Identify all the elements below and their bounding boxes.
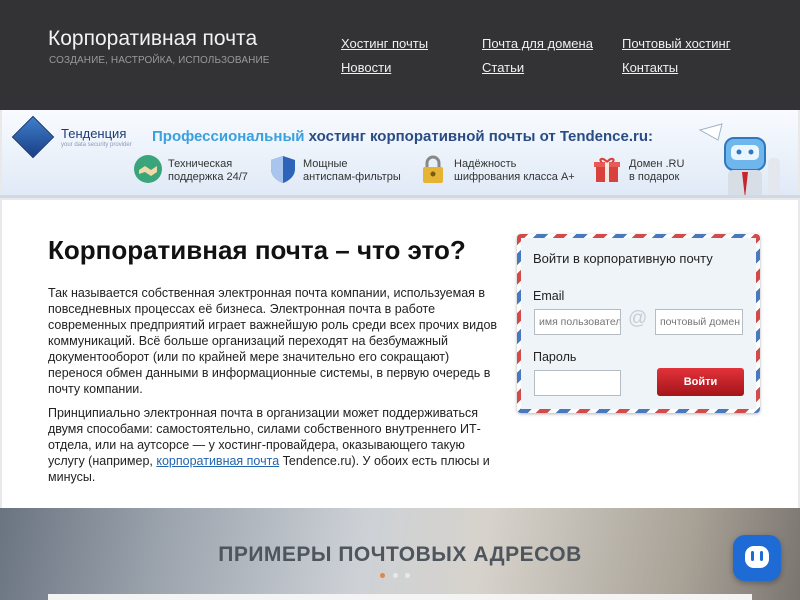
corporate-mail-link[interactable]: корпоративная почта — [156, 454, 279, 468]
email-domain-input[interactable] — [655, 309, 743, 335]
padlock-icon — [423, 155, 443, 183]
banner-logo-name: Тенденция — [61, 126, 127, 141]
robot-mascot-icon — [698, 123, 780, 198]
site-subtitle: СОЗДАНИЕ, НАСТРОЙКА, ИСПОЛЬЗОВАНИЕ — [49, 55, 270, 66]
feature-antispam-line1: Мощные — [303, 158, 348, 170]
nav-postal-hosting[interactable]: Почтовый хостинг — [622, 36, 730, 51]
nav-news[interactable]: Новости — [341, 60, 391, 75]
nav-articles[interactable]: Статьи — [482, 60, 524, 75]
methods-paragraph: Принципиально электронная почта в органи… — [48, 405, 503, 485]
feature-encryption-line1: Надёжность — [454, 158, 517, 170]
feature-domain-line2: в подарок — [629, 171, 680, 183]
gift-icon — [594, 157, 620, 182]
feature-support-line2: поддержка 24/7 — [168, 171, 248, 183]
banner-headline-highlight: Профессиональный — [152, 128, 305, 145]
shield-icon — [271, 156, 295, 183]
examples-content-strip — [48, 594, 752, 600]
page-title: Корпоративная почта – что это? — [48, 235, 466, 265]
login-button[interactable]: Войти — [657, 368, 744, 396]
email-username-input[interactable] — [534, 309, 621, 335]
password-input[interactable] — [534, 370, 621, 396]
feature-antispam: Мощные антиспам-фильтры — [303, 158, 401, 184]
feature-encryption-line2: шифрования класса A+ — [454, 171, 575, 183]
login-panel: Войти в корпоративную почту Email @ Паро… — [517, 234, 760, 413]
feature-domain-line1: Домен .RU — [629, 158, 685, 170]
feature-domain: Домен .RU в подарок — [629, 158, 684, 184]
slider-dot-3[interactable] — [405, 573, 410, 578]
nav-mail-hosting[interactable]: Хостинг почты — [341, 36, 428, 51]
intro-paragraph: Так называется собственная электронная п… — [48, 286, 498, 396]
slider-dot-2[interactable] — [393, 573, 398, 578]
login-panel-body: Войти в корпоративную почту Email @ Паро… — [521, 238, 756, 409]
banner-headline: Профессиональный хостинг корпоративной п… — [152, 128, 653, 145]
nav-domain-mail[interactable]: Почта для домена — [482, 36, 593, 51]
tendence-logo-icon — [11, 115, 55, 159]
feature-support-line1: Техническая — [168, 158, 233, 170]
banner-logo-tagline: your data security provider — [61, 142, 132, 148]
at-sign-icon: @ — [628, 308, 648, 329]
site-title[interactable]: Корпоративная почта — [48, 27, 257, 51]
chat-bubble-icon — [745, 546, 769, 568]
email-label: Email — [533, 289, 565, 303]
chat-widget-button[interactable] — [733, 535, 781, 581]
password-label: Пароль — [533, 350, 577, 364]
examples-title: ПРИМЕРЫ ПОЧТОВЫХ АДРЕСОВ — [218, 543, 582, 566]
feature-encryption: Надёжность шифрования класса A+ — [454, 158, 575, 184]
login-title: Войти в корпоративную почту — [533, 251, 713, 266]
nav-contacts[interactable]: Контакты — [622, 60, 678, 75]
handshake-icon — [134, 155, 162, 183]
feature-support: Техническая поддержка 24/7 — [168, 158, 248, 184]
feature-antispam-line2: антиспам-фильтры — [303, 171, 401, 183]
banner-headline-rest: хостинг корпоративной почты от Tendence.… — [304, 128, 654, 145]
banner-divider — [0, 195, 800, 198]
promo-banner[interactable]: Тенденция your data security provider Пр… — [2, 110, 798, 198]
slider-dot-1[interactable] — [380, 573, 385, 578]
